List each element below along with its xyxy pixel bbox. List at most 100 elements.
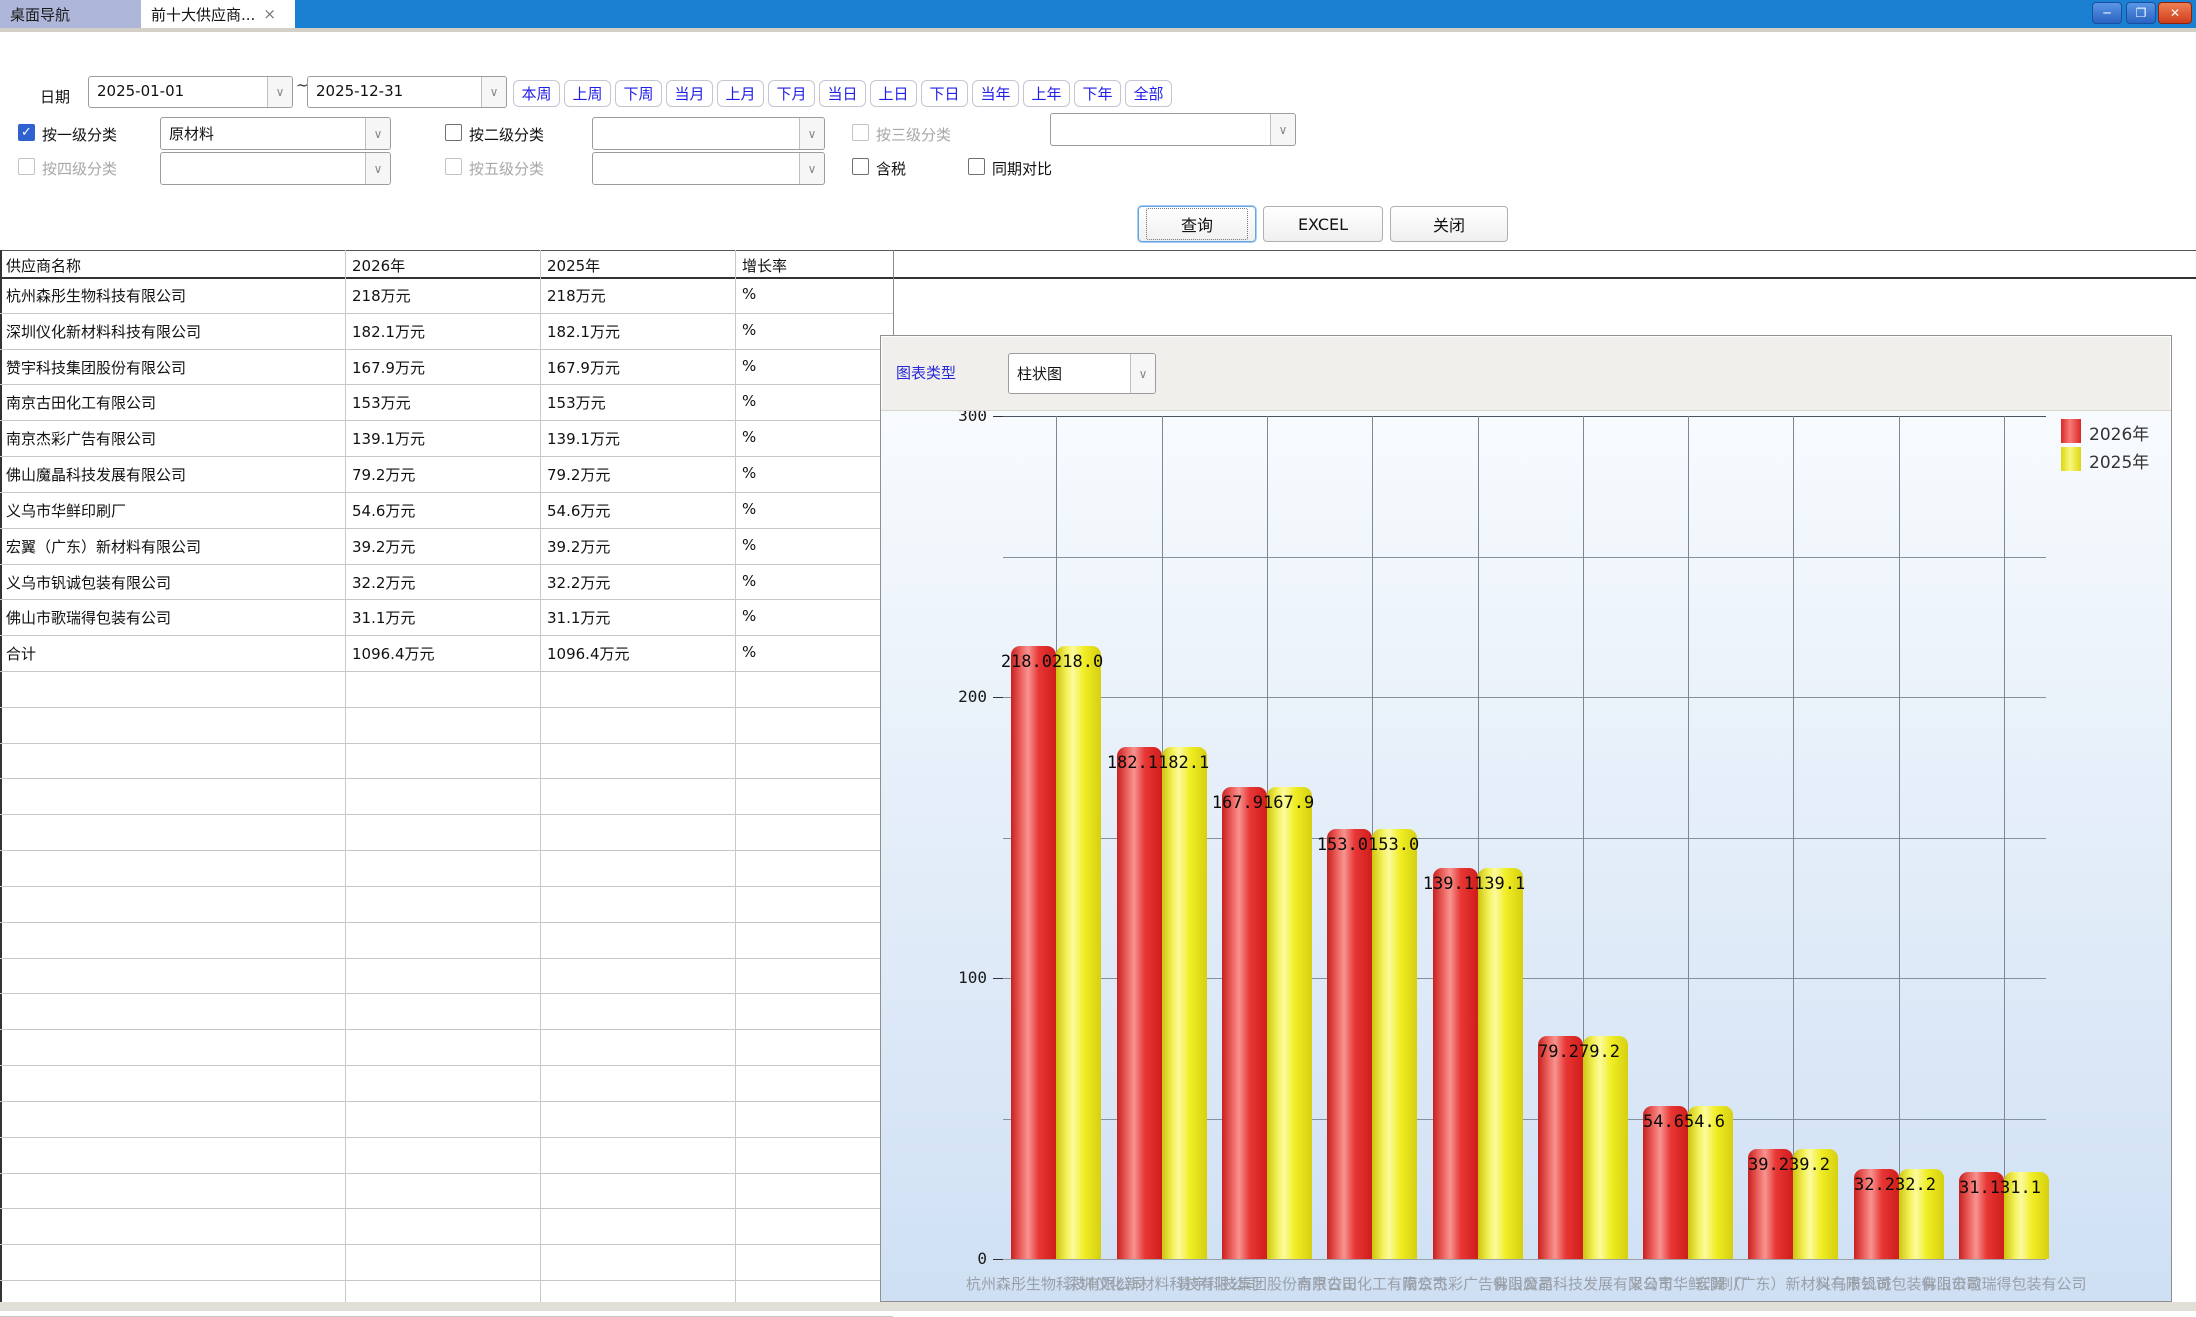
- quick-range-5[interactable]: 下月: [768, 80, 815, 107]
- close-window-button[interactable]: ✕: [2158, 2, 2192, 24]
- table-cell[interactable]: 218万元: [352, 285, 537, 306]
- table-cell[interactable]: 182.1万元: [547, 321, 732, 342]
- table-cell[interactable]: 182.1万元: [352, 321, 537, 342]
- level3-combo[interactable]: ∨: [1050, 113, 1296, 146]
- bar-2025-5[interactable]: [1583, 1036, 1628, 1259]
- table-cell[interactable]: 31.1万元: [547, 607, 732, 628]
- bar-2026-4[interactable]: [1433, 868, 1478, 1259]
- table-cell[interactable]: 杭州森彤生物科技有限公司: [6, 285, 341, 306]
- table-cell[interactable]: 139.1万元: [547, 428, 732, 449]
- table-cell[interactable]: 宏翼（广东）新材料有限公司: [6, 536, 341, 557]
- table-cell[interactable]: 39.2万元: [547, 536, 732, 557]
- table-row-line: [0, 671, 893, 672]
- chevron-down-icon[interactable]: ∨: [799, 118, 824, 149]
- quick-range-12[interactable]: 全部: [1125, 80, 1172, 107]
- table-cell[interactable]: 153万元: [547, 392, 732, 413]
- table-cell[interactable]: 54.6万元: [547, 500, 732, 521]
- table-cell[interactable]: 139.1万元: [352, 428, 537, 449]
- query-button[interactable]: 查询: [1138, 206, 1256, 242]
- level2-combo-value: [593, 118, 799, 149]
- table-cell[interactable]: 义乌市钒诚包装有限公司: [6, 572, 341, 593]
- chevron-down-icon[interactable]: ∨: [481, 77, 506, 107]
- table-cell[interactable]: 佛山魔晶科技发展有限公司: [6, 464, 341, 485]
- quick-range-3[interactable]: 当月: [666, 80, 713, 107]
- table-cell[interactable]: 南京古田化工有限公司: [6, 392, 341, 413]
- chevron-down-icon[interactable]: ∨: [365, 153, 390, 184]
- table-cell[interactable]: 赞宇科技集团股份有限公司: [6, 357, 341, 378]
- minimize-button[interactable]: ─: [2092, 2, 2122, 24]
- tax-included-label: 含税: [876, 158, 906, 179]
- close-report-button[interactable]: 关闭: [1390, 206, 1508, 242]
- tab-desktop-nav[interactable]: 桌面导航: [0, 0, 141, 28]
- table-cell[interactable]: 79.2万元: [547, 464, 732, 485]
- quick-range-8[interactable]: 下日: [921, 80, 968, 107]
- bar-value-2025-7: 39.2: [1789, 1155, 1830, 1175]
- tab-top10-suppliers[interactable]: 前十大供应商... ×: [141, 0, 295, 28]
- quick-range-7[interactable]: 上日: [870, 80, 917, 107]
- table-cell[interactable]: 1096.4万元: [547, 643, 732, 664]
- table-cell[interactable]: 79.2万元: [352, 464, 537, 485]
- restore-button[interactable]: ❐: [2126, 2, 2156, 24]
- table-cell[interactable]: 167.9万元: [547, 357, 732, 378]
- chevron-down-icon[interactable]: ∨: [799, 153, 824, 184]
- chevron-down-icon[interactable]: ∨: [1130, 354, 1155, 393]
- quick-range-2[interactable]: 下周: [615, 80, 662, 107]
- table-cell[interactable]: 深圳仪化新材料科技有限公司: [6, 321, 341, 342]
- level4-combo[interactable]: ∨: [160, 152, 391, 185]
- level2-checkbox[interactable]: [445, 124, 462, 141]
- quick-range-11[interactable]: 下年: [1074, 80, 1121, 107]
- table-cell[interactable]: 义乌市华鲜印刷厂: [6, 500, 341, 521]
- gridline-x-7: [1793, 416, 1794, 1259]
- table-cell[interactable]: 167.9万元: [352, 357, 537, 378]
- table-cell[interactable]: 32.2万元: [547, 572, 732, 593]
- table-cell[interactable]: 合计: [6, 643, 341, 664]
- chevron-down-icon[interactable]: ∨: [1270, 114, 1295, 145]
- tax-included-checkbox[interactable]: [852, 158, 869, 175]
- quick-range-0[interactable]: 本周: [513, 80, 560, 107]
- table-cell[interactable]: 1096.4万元: [352, 643, 537, 664]
- bar-2026-0[interactable]: [1011, 646, 1056, 1259]
- quick-range-4[interactable]: 上月: [717, 80, 764, 107]
- chevron-down-icon[interactable]: ∨: [267, 77, 292, 107]
- table-cell[interactable]: 218万元: [547, 285, 732, 306]
- gridline-x-8: [1899, 416, 1900, 1259]
- quick-range-1[interactable]: 上周: [564, 80, 611, 107]
- date-to-combo[interactable]: 2025-12-31 ∨: [307, 76, 507, 108]
- table-cell[interactable]: %: [742, 285, 927, 303]
- bar-2026-3[interactable]: [1327, 829, 1372, 1259]
- table-cell[interactable]: 31.1万元: [352, 607, 537, 628]
- legend-label-2025: 2025年: [2089, 448, 2149, 473]
- bar-2025-0[interactable]: [1056, 646, 1101, 1259]
- excel-export-button[interactable]: EXCEL: [1263, 206, 1383, 242]
- tab-close-icon[interactable]: ×: [263, 5, 276, 23]
- bar-2026-5[interactable]: [1538, 1036, 1583, 1259]
- level5-checkbox[interactable]: [445, 158, 462, 175]
- chart-type-combo[interactable]: 柱状图 ∨: [1008, 353, 1156, 394]
- quick-range-9[interactable]: 当年: [972, 80, 1019, 107]
- bar-2026-1[interactable]: [1117, 747, 1162, 1259]
- level4-checkbox[interactable]: [18, 158, 35, 175]
- table-header-2: 2025年: [547, 255, 737, 276]
- chevron-down-icon[interactable]: ∨: [365, 118, 390, 149]
- table-cell[interactable]: 佛山市歌瑞得包装有公司: [6, 607, 341, 628]
- bar-2025-2[interactable]: [1267, 787, 1312, 1259]
- table-cell[interactable]: 153万元: [352, 392, 537, 413]
- level1-checkbox[interactable]: [18, 124, 35, 141]
- date-from-combo[interactable]: 2025-01-01 ∨: [88, 76, 293, 108]
- level3-checkbox[interactable]: [852, 124, 869, 141]
- table-cell[interactable]: 32.2万元: [352, 572, 537, 593]
- level1-combo[interactable]: 原材料 ∨: [160, 117, 391, 150]
- level2-combo[interactable]: ∨: [592, 117, 825, 150]
- bar-2025-4[interactable]: [1478, 868, 1523, 1259]
- table-header-underline: [0, 277, 2196, 279]
- bar-2026-2[interactable]: [1222, 787, 1267, 1259]
- table-cell[interactable]: 南京杰彩广告有限公司: [6, 428, 341, 449]
- table-cell[interactable]: 54.6万元: [352, 500, 537, 521]
- bar-2025-1[interactable]: [1162, 747, 1207, 1259]
- quick-range-10[interactable]: 上年: [1023, 80, 1070, 107]
- quick-range-6[interactable]: 当日: [819, 80, 866, 107]
- period-compare-checkbox[interactable]: [968, 158, 985, 175]
- table-cell[interactable]: 39.2万元: [352, 536, 537, 557]
- level5-combo[interactable]: ∨: [592, 152, 825, 185]
- bar-value-2025-5: 79.2: [1579, 1042, 1620, 1062]
